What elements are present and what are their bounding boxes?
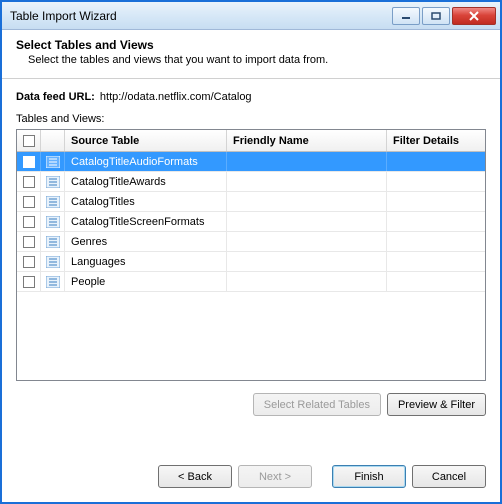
- row-checkbox[interactable]: [23, 176, 35, 188]
- row-checkbox-cell[interactable]: [17, 212, 41, 231]
- finish-button[interactable]: Finish: [332, 465, 406, 488]
- close-button[interactable]: [452, 7, 496, 25]
- friendly-name-cell[interactable]: [227, 252, 387, 271]
- select-all-checkbox[interactable]: [23, 135, 35, 147]
- window-buttons: [392, 7, 496, 25]
- row-icon-cell: [41, 192, 65, 211]
- row-checkbox-cell[interactable]: [17, 232, 41, 251]
- friendly-name-cell[interactable]: [227, 152, 387, 171]
- row-checkbox[interactable]: [23, 276, 35, 288]
- filter-details-cell: [387, 232, 485, 251]
- tables-views-label: Tables and Views:: [16, 113, 486, 125]
- friendly-name-cell[interactable]: [227, 232, 387, 251]
- filter-details-cell: [387, 192, 485, 211]
- data-feed-label: Data feed URL:: [16, 91, 95, 103]
- header-friendly-name[interactable]: Friendly Name: [227, 130, 387, 151]
- source-table-cell: Genres: [65, 232, 227, 251]
- table-row[interactable]: CatalogTitles: [17, 192, 485, 212]
- row-checkbox-cell[interactable]: [17, 172, 41, 191]
- titlebar: Table Import Wizard: [2, 2, 500, 30]
- row-checkbox[interactable]: [23, 156, 35, 168]
- cancel-button[interactable]: Cancel: [412, 465, 486, 488]
- row-checkbox[interactable]: [23, 216, 35, 228]
- header-source-table[interactable]: Source Table: [65, 130, 227, 151]
- table-icon: [46, 236, 60, 248]
- grid-body: CatalogTitleAudioFormatsCatalogTitleAwar…: [17, 152, 485, 380]
- wizard-body: Data feed URL: http://odata.netflix.com/…: [2, 79, 500, 422]
- data-feed-row: Data feed URL: http://odata.netflix.com/…: [16, 91, 486, 103]
- row-icon-cell: [41, 252, 65, 271]
- filter-details-cell: [387, 212, 485, 231]
- row-icon-cell: [41, 152, 65, 171]
- back-button[interactable]: < Back: [158, 465, 232, 488]
- grid-actions: Select Related Tables Preview & Filter: [16, 393, 486, 416]
- table-icon: [46, 256, 60, 268]
- table-row[interactable]: Genres: [17, 232, 485, 252]
- header-title: Select Tables and Views: [16, 38, 486, 52]
- data-feed-url: http://odata.netflix.com/Catalog: [100, 91, 252, 103]
- friendly-name-cell[interactable]: [227, 172, 387, 191]
- source-table-cell: Languages: [65, 252, 227, 271]
- friendly-name-cell[interactable]: [227, 212, 387, 231]
- table-row[interactable]: CatalogTitleAudioFormats: [17, 152, 485, 172]
- row-icon-cell: [41, 212, 65, 231]
- table-row[interactable]: Languages: [17, 252, 485, 272]
- preview-filter-button[interactable]: Preview & Filter: [387, 393, 486, 416]
- row-checkbox[interactable]: [23, 196, 35, 208]
- next-button: Next >: [238, 465, 312, 488]
- source-table-cell: CatalogTitles: [65, 192, 227, 211]
- filter-details-cell: [387, 152, 485, 171]
- row-icon-cell: [41, 232, 65, 251]
- friendly-name-cell[interactable]: [227, 272, 387, 291]
- row-checkbox[interactable]: [23, 236, 35, 248]
- source-table-cell: CatalogTitleAwards: [65, 172, 227, 191]
- source-table-cell: People: [65, 272, 227, 291]
- table-icon: [46, 176, 60, 188]
- source-table-cell: CatalogTitleScreenFormats: [65, 212, 227, 231]
- row-checkbox-cell[interactable]: [17, 252, 41, 271]
- header-filter-details[interactable]: Filter Details: [387, 130, 485, 151]
- wizard-nav: < Back Next > Finish Cancel: [2, 455, 500, 502]
- header-icon-cell: [41, 130, 65, 151]
- row-icon-cell: [41, 272, 65, 291]
- table-icon: [46, 276, 60, 288]
- table-icon: [46, 156, 60, 168]
- window-title: Table Import Wizard: [10, 9, 392, 23]
- table-row[interactable]: CatalogTitleScreenFormats: [17, 212, 485, 232]
- row-checkbox-cell[interactable]: [17, 152, 41, 171]
- row-checkbox-cell[interactable]: [17, 192, 41, 211]
- select-related-tables-button: Select Related Tables: [253, 393, 381, 416]
- maximize-button[interactable]: [422, 7, 450, 25]
- row-checkbox[interactable]: [23, 256, 35, 268]
- table-row[interactable]: People: [17, 272, 485, 292]
- table-icon: [46, 216, 60, 228]
- source-table-cell: CatalogTitleAudioFormats: [65, 152, 227, 171]
- row-icon-cell: [41, 172, 65, 191]
- tables-grid[interactable]: Source Table Friendly Name Filter Detail…: [16, 129, 486, 381]
- row-checkbox-cell[interactable]: [17, 272, 41, 291]
- filter-details-cell: [387, 272, 485, 291]
- header-subtitle: Select the tables and views that you wan…: [28, 54, 486, 66]
- minimize-button[interactable]: [392, 7, 420, 25]
- friendly-name-cell[interactable]: [227, 192, 387, 211]
- table-row[interactable]: CatalogTitleAwards: [17, 172, 485, 192]
- filter-details-cell: [387, 172, 485, 191]
- wizard-header: Select Tables and Views Select the table…: [2, 30, 500, 79]
- grid-header: Source Table Friendly Name Filter Detail…: [17, 130, 485, 152]
- header-checkbox-cell[interactable]: [17, 130, 41, 151]
- table-icon: [46, 196, 60, 208]
- filter-details-cell: [387, 252, 485, 271]
